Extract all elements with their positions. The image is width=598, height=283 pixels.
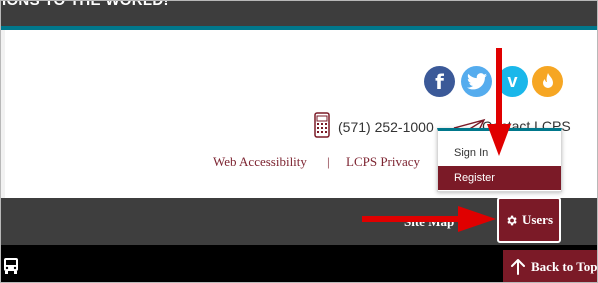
users-button[interactable]: Users — [497, 197, 561, 243]
site-map-link[interactable]: Site Map — [404, 214, 454, 230]
users-label: Users — [521, 212, 554, 227]
back-to-top-label: Back to Top — [531, 258, 598, 274]
flame-icon[interactable] — [532, 66, 563, 97]
gear-icon — [507, 215, 517, 225]
left-gutter — [0, 30, 5, 198]
phone-number-link[interactable]: (571) 252-1000 — [338, 119, 434, 135]
web-accessibility-link[interactable]: Web Accessibility — [213, 154, 307, 170]
top-banner: IONS TO THE WORLD! — [0, 0, 598, 26]
arrow-up-icon — [511, 258, 525, 275]
menu-item-register[interactable]: Register — [438, 166, 561, 190]
banner-tagline: IONS TO THE WORLD! — [2, 0, 169, 9]
link-separator: | — [327, 154, 330, 169]
lcps-privacy-link[interactable]: LCPS Privacy — [346, 154, 420, 170]
back-to-top-button[interactable]: Back to Top — [503, 250, 598, 283]
facebook-icon[interactable]: f — [424, 66, 455, 97]
menu-item-sign-in[interactable]: Sign In — [438, 141, 561, 165]
phone-icon — [314, 112, 330, 138]
twitter-bird-glyph — [466, 73, 487, 90]
vimeo-icon[interactable]: v — [497, 66, 528, 97]
twitter-icon[interactable] — [461, 66, 492, 97]
users-dropdown-menu: Sign In Register — [437, 128, 562, 192]
bus-icon[interactable] — [2, 257, 20, 275]
flame-glyph — [542, 72, 553, 88]
